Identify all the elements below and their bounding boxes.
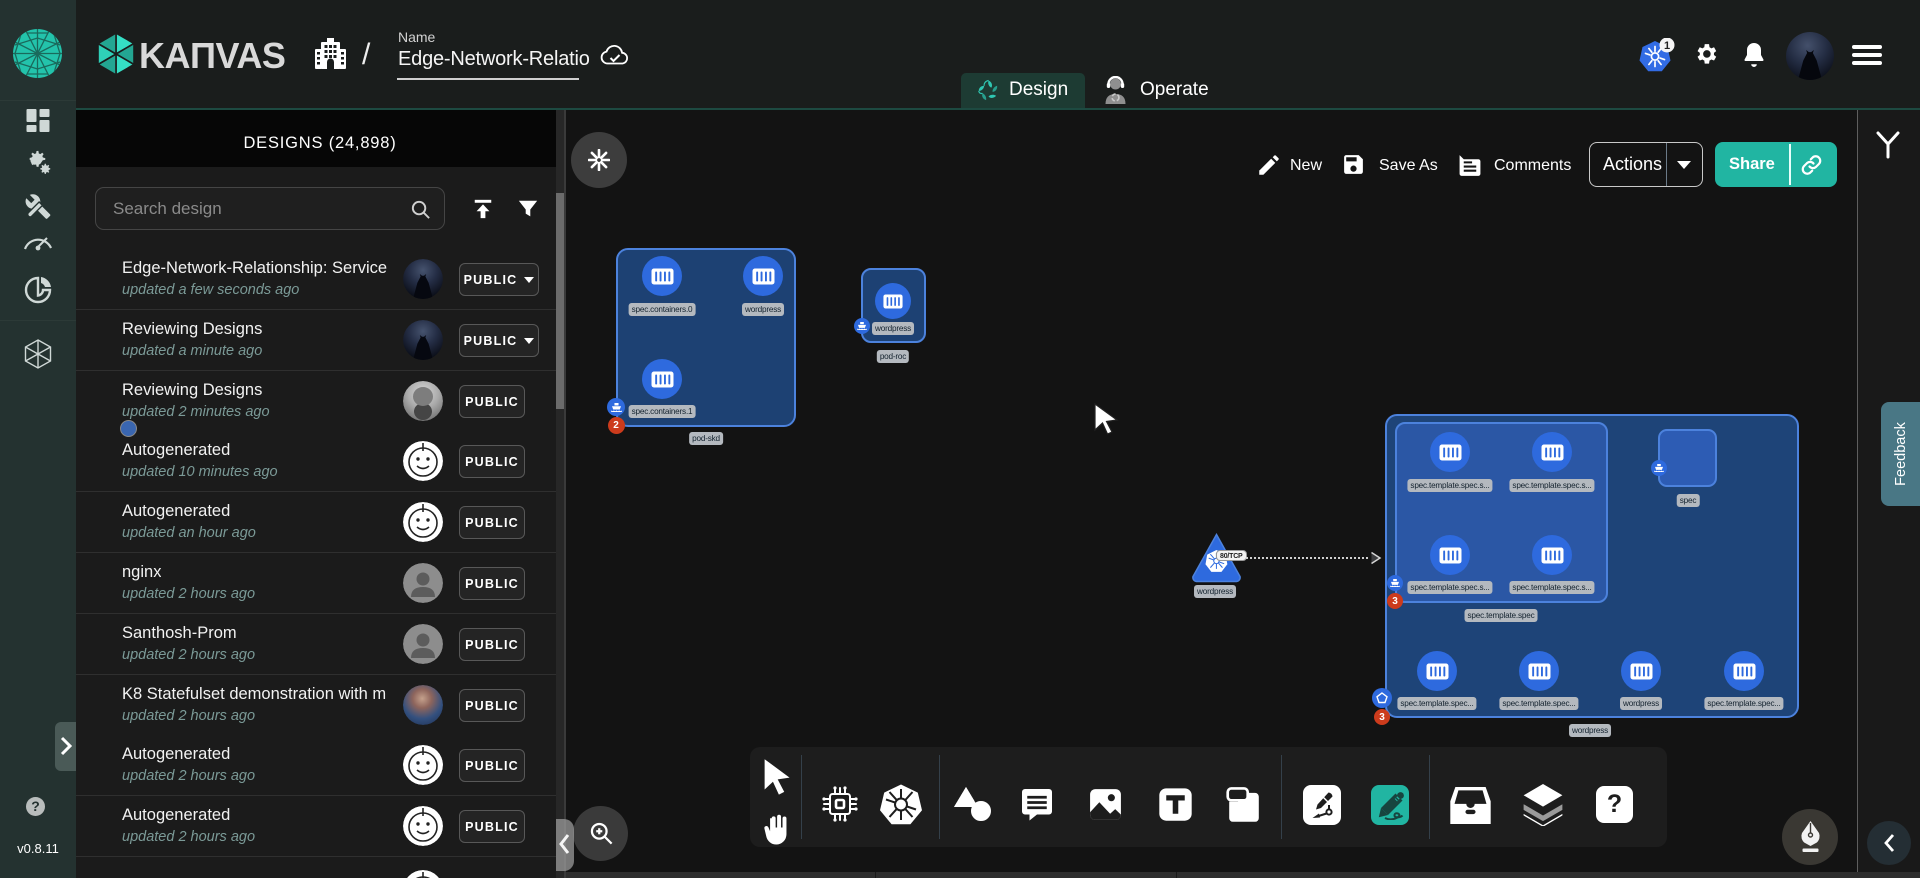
svg-text:1: 1 (1664, 40, 1670, 52)
